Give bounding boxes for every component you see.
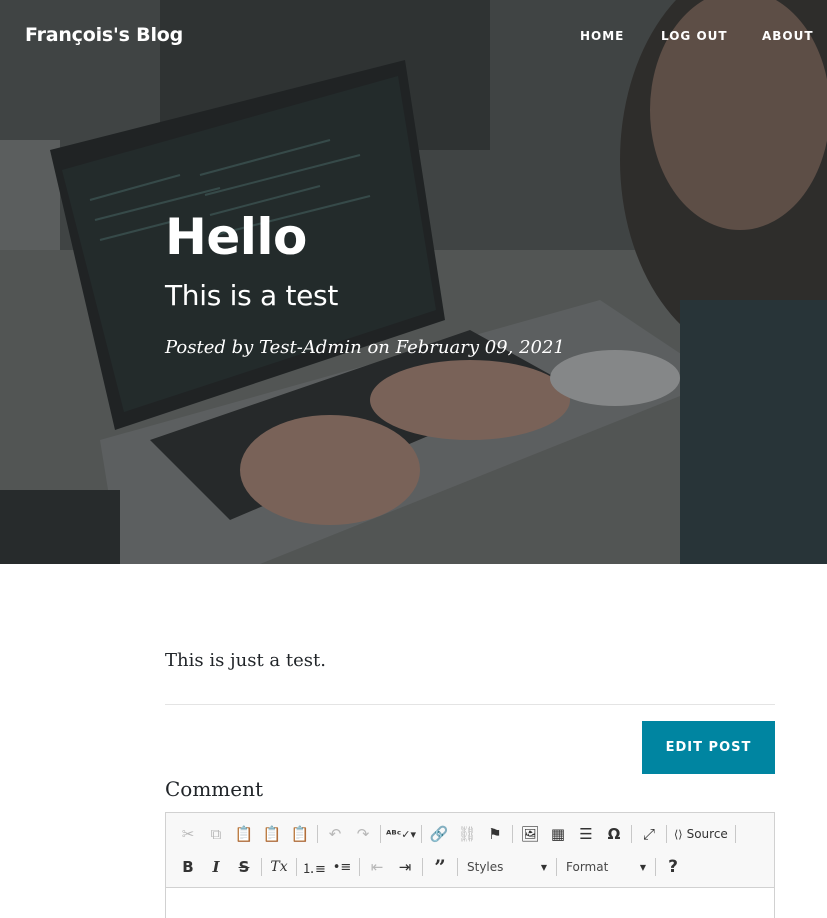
navbar: François's Blog HOME LOG OUT ABOUT (0, 0, 827, 74)
italic-button[interactable]: I (202, 854, 230, 880)
numbered-list-icon[interactable]: ⒈≡ (300, 854, 328, 880)
redo-icon[interactable]: ↷ (349, 821, 377, 847)
blockquote-icon[interactable]: ” (426, 854, 454, 880)
link-icon[interactable]: 🔗 (425, 821, 453, 847)
format-dropdown[interactable]: Format ▼ (560, 854, 652, 880)
unlink-icon[interactable]: ⛓ (453, 821, 481, 847)
toolbar-separator (317, 825, 318, 843)
toolbar-separator (556, 858, 557, 876)
paste-text-icon[interactable]: 📋 (258, 821, 286, 847)
source-label: Source (686, 827, 728, 841)
toolbar-separator (666, 825, 667, 843)
horizontal-line-icon[interactable]: ☰ (572, 821, 600, 847)
toolbar-separator (457, 858, 458, 876)
format-label: Format (566, 860, 609, 874)
cut-icon[interactable]: ✂ (174, 821, 202, 847)
toolbar-separator (421, 825, 422, 843)
styles-label: Styles (467, 860, 504, 874)
bold-button[interactable]: B (174, 854, 202, 880)
editor-content-area[interactable] (166, 888, 774, 918)
toolbar-separator (422, 858, 423, 876)
table-icon[interactable]: ▦ (544, 821, 572, 847)
undo-icon[interactable]: ↶ (321, 821, 349, 847)
toolbar-separator (380, 825, 381, 843)
source-icon: ⟨⟩ (674, 827, 683, 841)
post-body: This is just a test. (165, 650, 326, 671)
nav-home[interactable]: HOME (580, 29, 624, 43)
toolbar-separator (512, 825, 513, 843)
spellcheck-icon[interactable]: ᴬᴮᶜ✓▾ (384, 821, 418, 847)
toolbar-separator (296, 858, 297, 876)
anchor-icon[interactable]: ⚑ (481, 821, 509, 847)
bulleted-list-icon[interactable]: •≡ (328, 854, 356, 880)
edit-post-button[interactable]: EDIT POST (642, 721, 775, 774)
comment-label: Comment (165, 777, 264, 801)
toolbar-row-1: ✂ ⧉ 📋 📋 📋 ↶ ↷ ᴬᴮᶜ✓▾ 🔗 ⛓ ⚑ 🖼 ▦ ☰ Ω ⤢ ⟨⟩ S (174, 821, 739, 847)
paste-icon[interactable]: 📋 (230, 821, 258, 847)
copy-icon[interactable]: ⧉ (202, 821, 230, 847)
hero-header: François's Blog HOME LOG OUT ABOUT Hello… (0, 0, 827, 564)
help-button[interactable]: ? (659, 854, 687, 880)
source-button[interactable]: ⟨⟩ Source (670, 821, 732, 847)
maximize-icon[interactable]: ⤢ (635, 821, 663, 847)
toolbar-separator (655, 858, 656, 876)
comment-editor: ✂ ⧉ 📋 📋 📋 ↶ ↷ ᴬᴮᶜ✓▾ 🔗 ⛓ ⚑ 🖼 ▦ ☰ Ω ⤢ ⟨⟩ S (165, 812, 775, 918)
toolbar-separator (631, 825, 632, 843)
divider (165, 704, 775, 705)
chevron-down-icon: ▼ (540, 862, 547, 872)
post-subtitle: This is a test (165, 279, 339, 312)
special-char-icon[interactable]: Ω (600, 821, 628, 847)
chevron-down-icon: ▼ (639, 862, 646, 872)
paste-word-icon[interactable]: 📋 (286, 821, 314, 847)
nav-about[interactable]: ABOUT (762, 29, 814, 43)
strikethrough-button[interactable]: S (230, 854, 258, 880)
post-heading: Hello This is a test Posted by Test-Admi… (165, 205, 565, 358)
toolbar-separator (261, 858, 262, 876)
image-icon[interactable]: 🖼 (516, 821, 544, 847)
toolbar-separator (359, 858, 360, 876)
toolbar-row-2: B I S Tx ⒈≡ •≡ ⇤ ⇥ ” Styles ▼ Format ▼ ? (174, 854, 687, 880)
post-meta: Posted by Test-Admin on February 09, 202… (165, 337, 565, 358)
post-content: This is just a test. (165, 648, 775, 674)
brand-link[interactable]: François's Blog (25, 24, 183, 46)
clear-format-button[interactable]: Tx (265, 854, 293, 880)
nav-logout[interactable]: LOG OUT (661, 29, 728, 43)
indent-icon[interactable]: ⇥ (391, 854, 419, 880)
editor-toolbar: ✂ ⧉ 📋 📋 📋 ↶ ↷ ᴬᴮᶜ✓▾ 🔗 ⛓ ⚑ 🖼 ▦ ☰ Ω ⤢ ⟨⟩ S (166, 813, 774, 888)
outdent-icon[interactable]: ⇤ (363, 854, 391, 880)
post-title: Hello (165, 208, 307, 266)
styles-dropdown[interactable]: Styles ▼ (461, 854, 553, 880)
toolbar-separator (734, 825, 736, 843)
